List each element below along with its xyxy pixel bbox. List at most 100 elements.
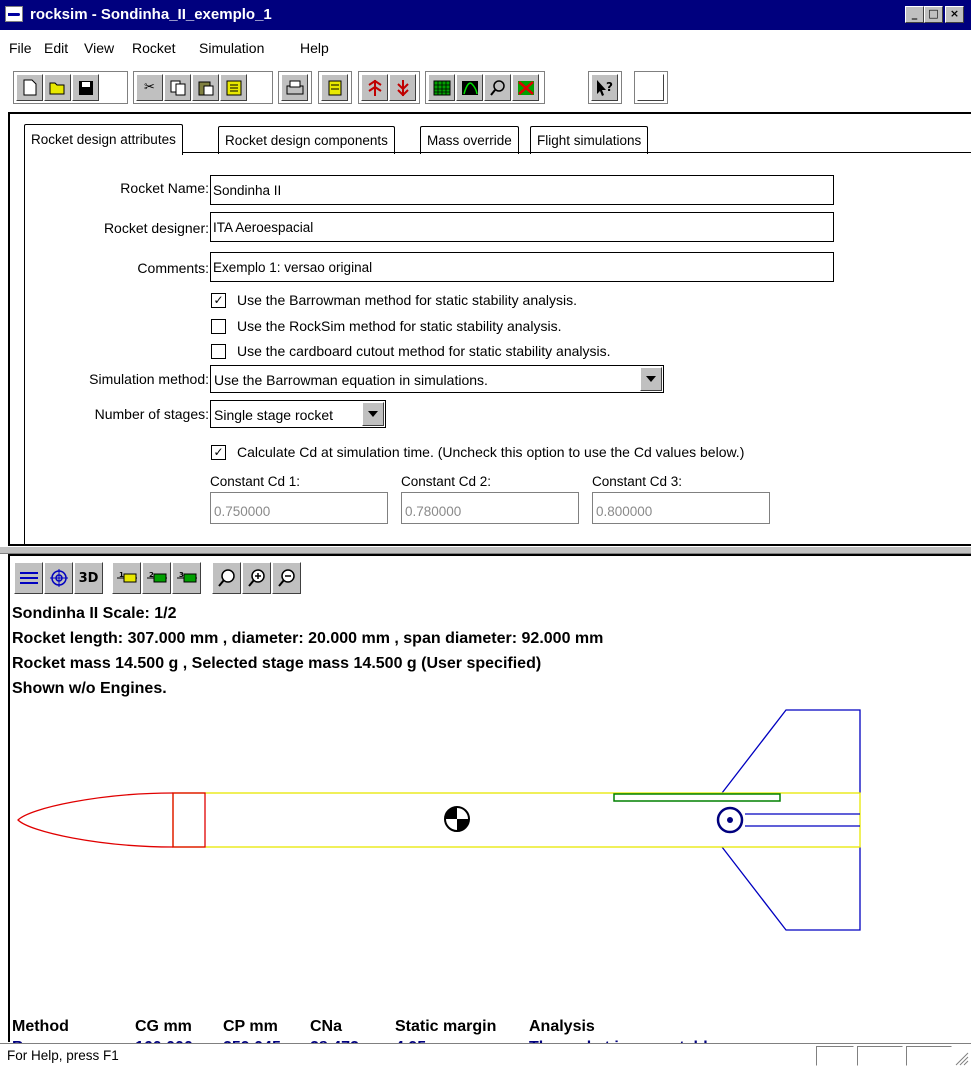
rocksim-stability-checkbox[interactable] — [211, 319, 226, 334]
paste-icon[interactable] — [192, 74, 219, 101]
rocket-drawing — [17, 709, 861, 931]
rocket-name-input[interactable] — [210, 175, 834, 205]
menu-view[interactable]: View — [84, 40, 114, 56]
curve-plot-icon[interactable] — [456, 74, 483, 101]
grid-table-icon[interactable] — [428, 74, 455, 101]
tab-rocket-design-components[interactable]: Rocket design components — [218, 126, 395, 154]
zoom-out-icon[interactable] — [272, 562, 301, 594]
new-file-icon[interactable] — [16, 74, 43, 101]
zoom-in-icon[interactable] — [242, 562, 271, 594]
barrowman-stability-label: Use the Barrowman method for static stab… — [237, 292, 578, 308]
3d-view-icon[interactable]: 3D — [74, 562, 103, 594]
status-indicator-2 — [857, 1046, 903, 1066]
main-toolbar: ✂ ? — [0, 62, 971, 112]
properties-icon[interactable] — [220, 74, 247, 101]
results-header-cg: CG mm — [135, 1018, 192, 1035]
svg-text:3: 3 — [179, 571, 184, 579]
file-toolbar-group — [13, 71, 128, 104]
menu-edit[interactable]: Edit — [44, 40, 68, 56]
rocket-designer-input[interactable] — [210, 212, 834, 242]
open-folder-icon[interactable] — [44, 74, 71, 101]
results-header-analysis: Analysis — [529, 1018, 595, 1035]
zoom-icon[interactable] — [484, 74, 511, 101]
notes-icon[interactable] — [321, 74, 348, 101]
delete-plot-icon[interactable] — [512, 74, 539, 101]
tab-rocket-design-attributes[interactable]: Rocket design attributes — [24, 124, 183, 155]
simulation-method-select[interactable]: Use the Barrowman equation in simulation… — [210, 365, 664, 393]
comments-input[interactable] — [210, 252, 834, 282]
tab-mass-override[interactable]: Mass override — [420, 126, 519, 154]
status-text: For Help, press F1 — [7, 1048, 119, 1063]
pane-splitter[interactable] — [0, 546, 971, 554]
svg-text:1: 1 — [119, 571, 124, 579]
rocket-name-scale: Sondinha II Scale: 1/2 — [12, 605, 177, 622]
chevron-down-icon[interactable] — [362, 402, 384, 426]
plot-toolbar-group — [425, 71, 545, 104]
calculate-cd-label: Calculate Cd at simulation time. (Unchec… — [237, 444, 745, 460]
comments-label: Comments: — [137, 260, 209, 276]
cut-icon[interactable]: ✂ — [136, 74, 163, 101]
status-indicator-3 — [906, 1046, 952, 1066]
constant-cd3-label: Constant Cd 3: — [592, 474, 683, 489]
cg-marker — [444, 806, 470, 832]
cardboard-stability-label: Use the cardboard cutout method for stat… — [237, 343, 611, 359]
constant-cd1-input[interactable] — [210, 492, 388, 524]
tab-flight-simulations[interactable]: Flight simulations — [530, 126, 649, 154]
rear-view-icon[interactable] — [44, 562, 73, 594]
blank-toolbar-group — [634, 71, 668, 104]
rocksim-app-icon[interactable] — [5, 6, 23, 22]
maximize-icon[interactable]: □ — [924, 6, 943, 23]
zoom-icon[interactable] — [212, 562, 241, 594]
number-of-stages-value: Single stage rocket — [214, 407, 334, 423]
copy-icon[interactable] — [164, 74, 191, 101]
simulation-method-value: Use the Barrowman equation in simulation… — [214, 372, 488, 388]
status-indicator-1 — [816, 1046, 854, 1066]
print-icon[interactable] — [281, 74, 308, 101]
chevron-down-icon[interactable] — [640, 367, 662, 391]
menu-rocket[interactable]: Rocket — [132, 40, 176, 56]
constant-cd2-label: Constant Cd 2: — [401, 474, 492, 489]
stage-1-icon[interactable]: 1 — [112, 562, 141, 594]
constant-cd1-label: Constant Cd 1: — [210, 474, 301, 489]
constant-cd3-input[interactable] — [592, 492, 770, 524]
print-toolbar-group — [278, 71, 312, 104]
minimize-icon[interactable]: _ — [905, 6, 924, 23]
lower-fin — [721, 846, 861, 931]
cardboard-stability-checkbox[interactable] — [211, 344, 226, 359]
status-bar: For Help, press F1 — [0, 1043, 971, 1067]
results-header-cp: CP mm — [223, 1018, 278, 1035]
menu-help[interactable]: Help — [300, 40, 329, 56]
stage-2-icon[interactable]: 2 — [142, 562, 171, 594]
number-of-stages-label: Number of stages: — [94, 406, 209, 422]
rocket-compare-icon[interactable] — [361, 74, 388, 101]
launch-lug — [613, 793, 781, 802]
constant-cd2-input[interactable] — [401, 492, 579, 524]
rocket-stage-icon[interactable] — [389, 74, 416, 101]
fin-root-lines — [745, 813, 860, 827]
results-header-cna: CNa — [310, 1018, 343, 1035]
title-bar: rocksim - Sondinha_II_exemplo_1 _ □ × — [0, 0, 971, 30]
barrowman-stability-checkbox[interactable]: ✓ — [211, 293, 226, 308]
cp-marker — [716, 806, 744, 834]
number-of-stages-select[interactable]: Single stage rocket — [210, 400, 386, 428]
stage-3-icon[interactable]: 3 — [172, 562, 201, 594]
rocket-dimensions: Rocket length: 307.000 mm , diameter: 20… — [12, 630, 604, 647]
results-header-method: Method — [12, 1018, 69, 1035]
save-icon[interactable] — [72, 74, 99, 101]
resize-grip-icon[interactable] — [955, 1052, 969, 1066]
blank-icon[interactable] — [637, 74, 664, 101]
rocket-toolbar-group — [358, 71, 420, 104]
notes-toolbar-group — [318, 71, 352, 104]
rocket-name-label: Rocket Name: — [120, 180, 209, 196]
rocket-designer-label: Rocket designer: — [103, 220, 209, 236]
menu-simulation[interactable]: Simulation — [199, 40, 264, 56]
menu-bar: File Edit View Rocket Simulation Help — [0, 30, 971, 62]
design-form-pane: Rocket design attributes Rocket design c… — [8, 112, 971, 546]
close-icon[interactable]: × — [945, 6, 964, 23]
nose-shoulder — [172, 792, 206, 848]
side-view-icon[interactable] — [14, 562, 43, 594]
calculate-cd-checkbox[interactable]: ✓ — [211, 445, 226, 460]
menu-file[interactable]: File — [9, 40, 32, 56]
context-help-icon[interactable]: ? — [591, 74, 618, 101]
window-title: rocksim - Sondinha_II_exemplo_1 — [30, 6, 272, 23]
